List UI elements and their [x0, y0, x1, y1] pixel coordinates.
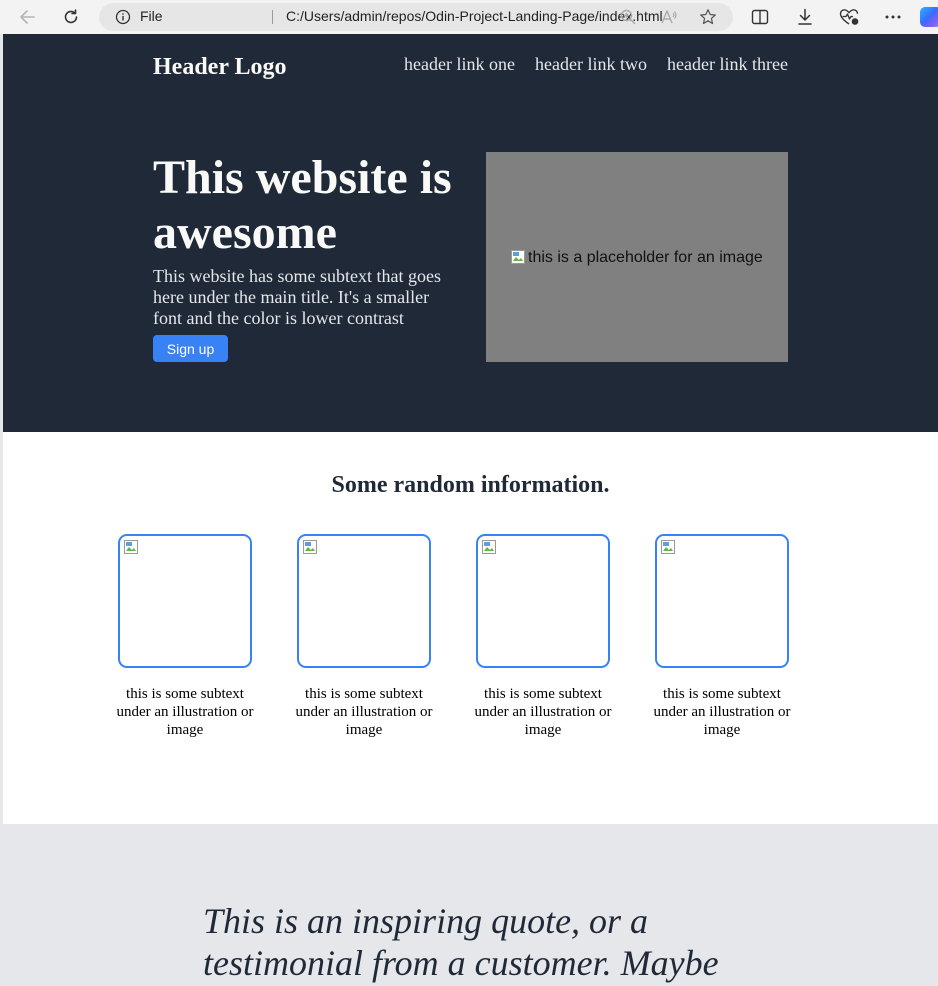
browser-essentials-button[interactable]: [837, 5, 861, 29]
info-section: Some random information. this is some su…: [3, 432, 938, 824]
refresh-button[interactable]: [58, 4, 84, 30]
address-bar[interactable]: File C:/Users/admin/repos/Odin-Project-L…: [99, 3, 733, 31]
browser-essentials-icon: [839, 9, 859, 25]
broken-image-icon: [124, 540, 138, 554]
read-aloud-icon[interactable]: [660, 8, 678, 26]
url-text[interactable]: C:/Users/admin/repos/Odin-Project-Landin…: [286, 8, 663, 24]
file-scheme-label: File: [140, 8, 163, 24]
info-title: Some random information.: [331, 472, 610, 498]
address-separator: [272, 10, 273, 24]
favorite-star-icon[interactable]: [699, 8, 717, 26]
page-viewport: Header Logo header link one header link …: [3, 34, 938, 986]
hero-subtext: This website has some subtext that goes …: [153, 266, 441, 328]
illustration-frame: [297, 534, 431, 668]
header-logo[interactable]: Header Logo: [153, 54, 287, 81]
illustration-frame: [655, 534, 789, 668]
illustration-frame: [118, 534, 252, 668]
broken-image-icon: [482, 540, 496, 554]
hero-title: This website is awesome: [153, 151, 452, 259]
info-card: this is some subtext under an illustrati…: [653, 534, 791, 739]
split-screen-icon: [751, 9, 769, 25]
quote-text: This is an inspiring quote, or a testimo…: [203, 901, 719, 983]
refresh-icon: [64, 9, 78, 24]
downloads-button[interactable]: [793, 5, 817, 29]
broken-image-icon: [303, 540, 317, 554]
info-card: this is some subtext under an illustrati…: [474, 534, 612, 739]
info-icon[interactable]: [115, 9, 131, 25]
card-caption: this is some subtext under an illustrati…: [474, 686, 612, 738]
broken-image-icon: [511, 250, 525, 264]
header-link-three[interactable]: header link three: [667, 54, 788, 75]
info-card: this is some subtext under an illustrati…: [116, 534, 254, 739]
header-link-two[interactable]: header link two: [535, 54, 647, 75]
card-caption: this is some subtext under an illustrati…: [295, 686, 433, 738]
back-button[interactable]: [14, 4, 40, 30]
info-card: this is some subtext under an illustrati…: [295, 534, 433, 739]
copilot-icon[interactable]: [920, 7, 938, 27]
illustration-frame: [476, 534, 610, 668]
card-caption: this is some subtext under an illustrati…: [653, 686, 791, 738]
hero-image-alt: this is a placeholder for an image: [511, 249, 763, 267]
downloads-icon: [798, 8, 812, 25]
more-button[interactable]: [881, 5, 905, 29]
quote-section: This is an inspiring quote, or a testimo…: [3, 824, 938, 986]
zoom-icon[interactable]: [619, 8, 637, 26]
broken-image-icon: [661, 540, 675, 554]
card-caption: this is some subtext under an illustrati…: [116, 686, 254, 738]
hero-image-placeholder: this is a placeholder for an image: [486, 152, 788, 362]
sign-up-button[interactable]: Sign up: [153, 335, 228, 362]
header-link-one[interactable]: header link one: [404, 54, 515, 75]
more-icon: [885, 15, 901, 19]
split-screen-button[interactable]: [748, 5, 772, 29]
browser-toolbar: File C:/Users/admin/repos/Odin-Project-L…: [0, 0, 938, 34]
back-icon: [20, 10, 35, 24]
hero-section: Header Logo header link one header link …: [3, 34, 938, 432]
hero-image-alt-text: this is a placeholder for an image: [528, 249, 763, 266]
